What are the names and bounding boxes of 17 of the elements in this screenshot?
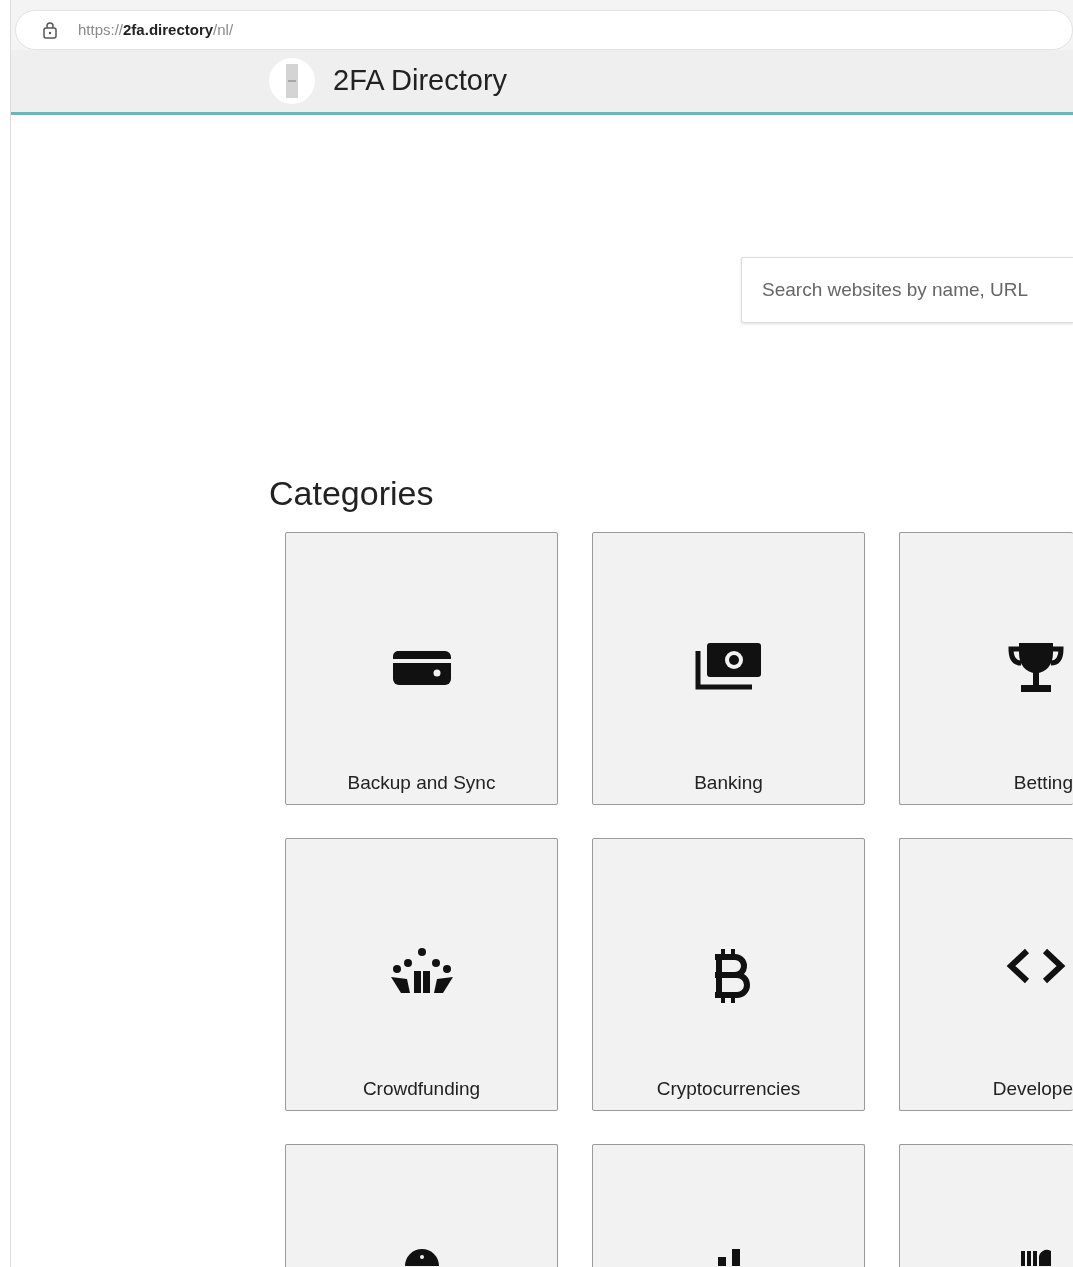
category-label: Betting xyxy=(1013,771,1073,796)
address-bar[interactable]: https://2fa.directory/nl/ xyxy=(15,10,1073,50)
search-field[interactable]: Search websites by name, URL xyxy=(741,257,1073,323)
category-card[interactable]: Develope xyxy=(899,837,1073,1111)
category-label: Cryptocurrencies xyxy=(656,1077,801,1102)
category-label: Develope xyxy=(992,1077,1073,1102)
section-heading: Categories xyxy=(269,473,435,514)
category-card[interactable]: Banking xyxy=(592,531,865,805)
category-label: Crowdfunding xyxy=(362,1077,481,1102)
category-label: Backup and Sync xyxy=(347,771,496,796)
category-card[interactable]: Cryptocurrencies xyxy=(592,837,865,1111)
url-text: https://2fa.directory/nl/ xyxy=(78,19,234,40)
site-title[interactable]: 2FA Directory xyxy=(333,59,508,103)
category-card[interactable]: Betting xyxy=(899,531,1073,805)
category-label: Banking xyxy=(694,771,763,796)
category-card[interactable]: Crowdfunding xyxy=(285,837,558,1111)
category-card[interactable]: Backup and Sync xyxy=(285,531,558,805)
